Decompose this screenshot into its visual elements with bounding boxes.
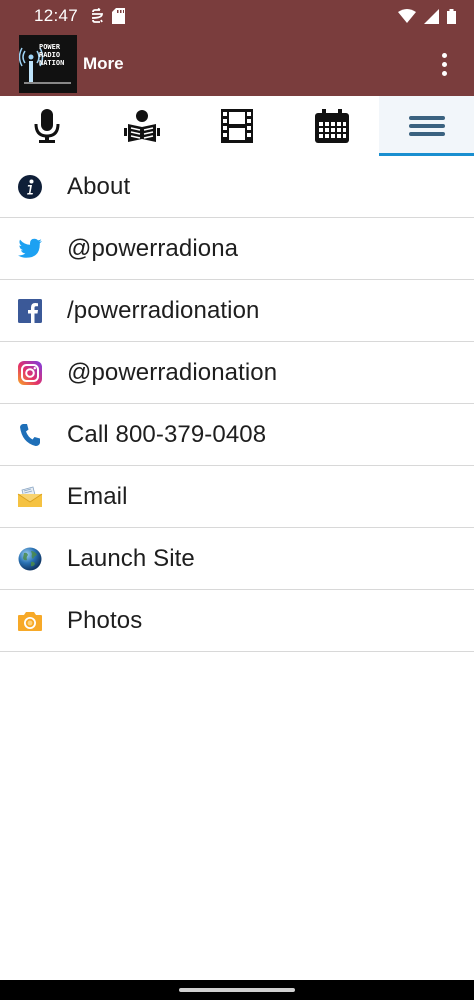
page-title: More [83, 54, 124, 73]
globe-icon [18, 547, 42, 570]
sync-icon [92, 8, 103, 23]
list-item-label: @powerradiona [67, 234, 239, 262]
list-item-photos[interactable]: Photos [0, 590, 474, 652]
list-item-label: Photos [67, 606, 143, 634]
status-bar: 12:47 [0, 0, 474, 32]
calendar-icon [314, 109, 349, 143]
menu-icon [408, 116, 445, 136]
cell-signal-icon [424, 8, 439, 24]
more-menu-list: About @powerradiona /powerradionation @p… [0, 156, 474, 652]
battery-icon [447, 8, 456, 24]
list-item-launch-site[interactable]: Launch Site [0, 528, 474, 590]
tab-radio[interactable] [0, 96, 95, 156]
status-time: 12:47 [34, 6, 79, 25]
app-logo: POWER RADIO NATION [19, 35, 77, 93]
tab-bar [0, 96, 474, 156]
list-item-call[interactable]: Call 800-379-0408 [0, 404, 474, 466]
tab-news[interactable] [95, 96, 190, 156]
camera-icon [18, 611, 42, 631]
microphone-icon [34, 109, 60, 143]
list-item-about[interactable]: About [0, 156, 474, 218]
list-item-label: Email [67, 482, 128, 510]
instagram-icon [18, 360, 42, 385]
tab-events[interactable] [284, 96, 379, 156]
sd-card-icon [112, 8, 126, 24]
tab-video[interactable] [190, 96, 285, 156]
info-icon [18, 174, 42, 199]
list-item-facebook[interactable]: /powerradionation [0, 280, 474, 342]
list-item-instagram[interactable]: @powerradionation [0, 342, 474, 404]
home-gesture-handle[interactable] [179, 988, 295, 992]
more-vert-icon[interactable] [436, 50, 452, 78]
phone-icon [20, 423, 40, 446]
film-icon [220, 109, 253, 143]
tab-more[interactable] [379, 96, 474, 156]
list-item-label: Call 800-379-0408 [67, 420, 267, 448]
list-item-label: Launch Site [67, 544, 195, 572]
list-item-label: About [67, 172, 131, 200]
logo-text: POWER RADIO NATION [39, 43, 65, 67]
system-nav-bar [0, 980, 474, 1000]
list-item-email[interactable]: Email [0, 466, 474, 528]
news-reader-icon [124, 110, 161, 142]
twitter-icon [17, 238, 42, 258]
list-item-label: @powerradionation [67, 358, 278, 386]
facebook-icon [18, 298, 42, 323]
wifi-icon [398, 9, 416, 23]
list-item-twitter[interactable]: @powerradiona [0, 218, 474, 280]
list-item-label: /powerradionation [67, 296, 260, 324]
app-bar: POWER RADIO NATION More [0, 32, 474, 96]
email-icon [17, 486, 43, 507]
